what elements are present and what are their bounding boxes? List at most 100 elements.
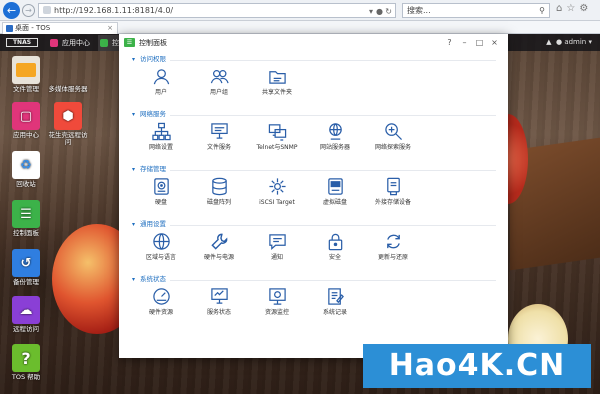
close-icon[interactable]: × — [487, 34, 502, 52]
window-titlebar[interactable]: ☰ 控制面板 ? – □ × — [119, 34, 508, 52]
lock-icon — [328, 233, 342, 251]
section-header[interactable]: ▾ 网络服务 — [132, 110, 496, 119]
network-discovery-icon — [384, 123, 402, 141]
help-icon: ? — [12, 344, 40, 372]
collapse-arrow-icon[interactable]: ▾ — [132, 275, 135, 284]
section-header[interactable]: ▾ 通用设置 — [132, 220, 496, 229]
browser-tools: ⌂☆⚙ — [556, 3, 592, 14]
iscsi-icon — [268, 178, 286, 195]
minimize-icon[interactable]: – — [457, 34, 472, 52]
close-tab-icon[interactable]: × — [107, 23, 113, 34]
item-hardware-resource[interactable]: 硬件资源 — [132, 287, 190, 316]
resource-monitor-icon — [268, 288, 286, 305]
browser-toolbar: ← → http://192.168.1.11:8181/4.0/ ▾ ● ↻ … — [0, 0, 600, 21]
item-resource-monitor[interactable]: 资源监控 — [248, 287, 306, 316]
help-icon[interactable]: ? — [442, 34, 457, 52]
search-icon[interactable]: ⚲ — [539, 4, 545, 17]
control-panel-icon: ☰ — [124, 38, 135, 47]
address-text: http://192.168.1.11:8181/4.0/ — [54, 6, 174, 15]
section-header[interactable]: ▾ 系统状态 — [132, 275, 496, 284]
desktop-icon-remote-access[interactable]: ☁ 远程访问 — [4, 296, 48, 333]
notification-icon — [268, 234, 286, 250]
search-dropdown-icon[interactable]: ▾ — [369, 5, 373, 18]
item-hardware-power[interactable]: 硬件与电源 — [190, 232, 248, 261]
desktop-icon-control-panel[interactable]: ☰ 控制面板 — [4, 200, 48, 237]
user-area[interactable]: ▲ ● admin ▾ — [546, 34, 592, 51]
recycle-bin-icon: ♻ — [12, 151, 40, 179]
favorites-icon[interactable]: ☆ — [566, 3, 579, 14]
item-shared-folder[interactable]: 共享文件夹 — [248, 67, 306, 96]
tab-title: 桌面 - TOS — [15, 24, 51, 32]
item-notification[interactable]: 通知 — [248, 232, 306, 261]
collapse-arrow-icon[interactable]: ▾ — [132, 220, 135, 229]
item-update-restore[interactable]: 更新与还原 — [364, 232, 422, 261]
user-icon — [153, 69, 169, 85]
item-system-log[interactable]: 系统记录 — [306, 287, 364, 316]
telnet-icon — [268, 124, 286, 141]
desktop-icon-media-server[interactable]: 多媒体服务器 — [46, 56, 90, 93]
collapse-arrow-icon[interactable]: ▾ — [132, 55, 135, 64]
shared-folder-icon — [268, 71, 286, 84]
desktop-icon-help[interactable]: ? TOS 帮助 — [4, 344, 48, 381]
item-region-language[interactable]: 区域与语言 — [132, 232, 190, 261]
item-user-group[interactable]: 用户组 — [190, 67, 248, 96]
desktop-icon-file-manager[interactable]: 文件管理 — [4, 56, 48, 93]
item-iscsi-target[interactable]: iSCSI Target — [248, 177, 306, 206]
taskbar-label: 应用中心 — [62, 39, 90, 47]
window-controls: ? – □ × — [442, 34, 502, 52]
item-virtual-disk[interactable]: 虚拟磁盘 — [306, 177, 364, 206]
browser-search-input[interactable]: 搜索... ⚲ — [402, 3, 550, 18]
folder-icon — [12, 56, 40, 84]
web-server-icon — [328, 123, 342, 140]
item-raid[interactable]: 磁盘阵列 — [190, 177, 248, 206]
network-icon — [151, 122, 171, 141]
desktop-icon-recycle-bin[interactable]: ♻ 回收站 — [4, 151, 48, 188]
refresh-icon[interactable]: ↻ — [385, 5, 392, 18]
item-security[interactable]: 安全 — [306, 232, 364, 261]
item-file-service[interactable]: 文件服务 — [190, 122, 248, 151]
item-user[interactable]: 用户 — [132, 67, 190, 96]
file-service-icon — [210, 123, 228, 139]
notification-bell-icon[interactable]: ▲ — [546, 38, 551, 46]
item-service-status[interactable]: 服务状态 — [190, 287, 248, 316]
item-web-server[interactable]: 网站服务器 — [306, 122, 364, 151]
window-title: 控制面板 — [139, 39, 167, 47]
user-group-icon — [210, 69, 229, 84]
lock-icon: ● — [376, 7, 383, 16]
settings-icon[interactable]: ⚙ — [579, 3, 592, 14]
maximize-icon[interactable]: □ — [472, 34, 487, 52]
hard-disk-icon — [153, 178, 169, 195]
control-panel-icon: ☰ — [12, 200, 40, 228]
cloud-icon: ☁ — [12, 296, 40, 324]
section-access: ▾ 访问权限 用户 用户组 共享文件夹 — [132, 55, 496, 100]
tos-logo: TNAS — [6, 38, 38, 47]
browser-tab[interactable]: 桌面 - TOS × — [2, 22, 118, 34]
item-network-settings[interactable]: 网络设置 — [132, 122, 190, 151]
username[interactable]: admin — [564, 38, 586, 46]
item-telnet-snmp[interactable]: Telnet与SNMP — [248, 122, 306, 151]
backup-icon: ↺ — [12, 249, 40, 277]
home-icon[interactable]: ⌂ — [556, 3, 566, 14]
item-hard-disk[interactable]: 硬盘 — [132, 177, 190, 206]
globe-icon — [152, 233, 170, 250]
section-storage: ▾ 存储管理 硬盘 磁盘阵列 iSCSI Target 虚拟磁盘 外接存储设备 — [132, 165, 496, 210]
search-placeholder: 搜索... — [407, 6, 431, 15]
desktop-icon-app-center[interactable]: ▢ 应用中心 — [4, 102, 48, 139]
item-network-discovery[interactable]: 网络探索服务 — [364, 122, 422, 151]
collapse-arrow-icon[interactable]: ▾ — [132, 165, 135, 174]
taskbar-app-center[interactable]: 应用中心 — [48, 35, 94, 51]
section-general: ▾ 通用设置 区域与语言 硬件与电源 通知 安全 更新与还原 — [132, 220, 496, 265]
section-header[interactable]: ▾ 存储管理 — [132, 165, 496, 174]
back-button[interactable]: ← — [3, 2, 20, 19]
section-header[interactable]: ▾ 访问权限 — [132, 55, 496, 64]
control-panel-window: ☰ 控制面板 ? – □ × ▾ 访问权限 用户 用户组 共享文件夹 ▾ 网络服务 — [119, 34, 508, 358]
page-icon — [43, 6, 51, 14]
address-bar[interactable]: http://192.168.1.11:8181/4.0/ ▾ ● ↻ — [38, 3, 396, 18]
collapse-arrow-icon[interactable]: ▾ — [132, 110, 135, 119]
forward-button[interactable]: → — [22, 4, 35, 17]
desktop-icon-backup[interactable]: ↺ 备份管理 — [4, 249, 48, 286]
item-external-storage[interactable]: 外接存储设备 — [364, 177, 422, 206]
user-avatar-icon[interactable]: ● — [556, 38, 562, 46]
desktop-icon-peanut-shell[interactable]: ⬢ 花生壳远程访问 — [46, 102, 90, 146]
section-network: ▾ 网络服务 网络设置 文件服务 Telnet与SNMP 网站服务器 网络探索服务 — [132, 110, 496, 155]
